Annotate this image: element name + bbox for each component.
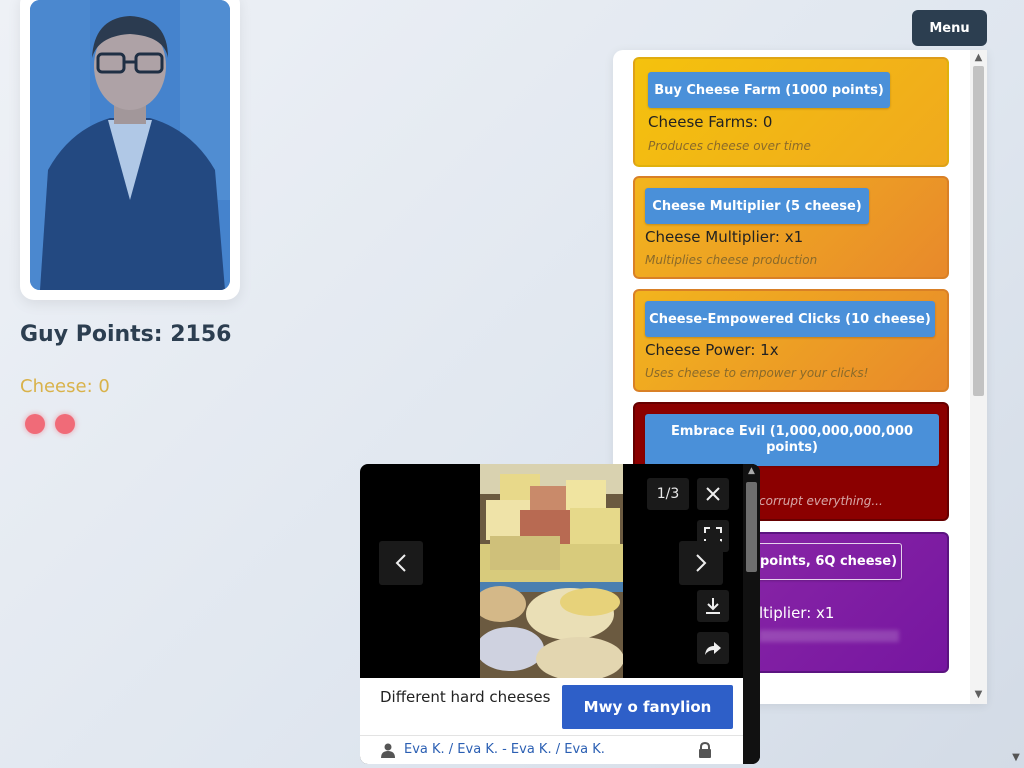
scroll-up-icon[interactable]: ▲ xyxy=(970,51,987,65)
menu-button[interactable]: Menu xyxy=(912,10,987,46)
cheese-image xyxy=(480,464,623,678)
indicator-dots xyxy=(25,414,75,434)
page-scroll-down-icon[interactable]: ▼ xyxy=(1008,752,1024,768)
cheese-multiplier-desc: Multiplies cheese production xyxy=(645,253,818,267)
chevron-right-icon[interactable] xyxy=(679,541,723,585)
cheese-clicks-desc: Uses cheese to empower your clicks! xyxy=(645,366,869,380)
image-viewer: 1/3 ▲ Different hard cheeses Mwy o fanyl… xyxy=(360,464,760,764)
more-details-button[interactable]: Mwy o fanylion xyxy=(562,685,733,729)
shop-scroll-thumb[interactable] xyxy=(973,66,984,396)
cheese-power-stat: Cheese Power: 1x xyxy=(645,341,779,359)
cheese-multiplier-button[interactable]: Cheese Multiplier (5 cheese) xyxy=(645,188,869,224)
cheese-count: Cheese: 0 xyxy=(20,376,110,397)
cheese-empowered-clicks-button[interactable]: Cheese-Empowered Clicks (10 cheese) xyxy=(645,301,935,337)
scroll-down-icon[interactable]: ▼ xyxy=(970,688,987,702)
credit-row: Eva K. / Eva K. - Eva K. / Eva K. xyxy=(360,735,743,764)
download-icon[interactable] xyxy=(697,590,729,622)
embrace-evil-button[interactable]: Embrace Evil (1,000,000,000,000 points) xyxy=(645,414,939,466)
lock-icon xyxy=(698,741,712,762)
embrace-evil-desc: corrupt everything... xyxy=(759,494,883,508)
purple-upgrade-button[interactable]: points, 6Q cheese) xyxy=(755,543,902,580)
indicator-dot xyxy=(25,414,45,434)
shop-scrollbar[interactable]: ▲ ▼ xyxy=(970,50,987,704)
cheese-farm-desc: Produces cheese over time xyxy=(648,139,811,153)
cheese-farms-stat: Cheese Farms: 0 xyxy=(648,113,773,131)
viewer-scroll-up-icon[interactable]: ▲ xyxy=(743,466,760,476)
upgrade-cheese-clicks: Cheese-Empowered Clicks (10 cheese) Chee… xyxy=(633,289,949,392)
upgrade-cheese-multiplier: Cheese Multiplier (5 cheese) Cheese Mult… xyxy=(633,176,949,279)
buy-cheese-farm-button[interactable]: Buy Cheese Farm (1000 points) xyxy=(648,72,890,108)
share-icon[interactable] xyxy=(697,632,729,664)
chevron-left-icon[interactable] xyxy=(379,541,423,585)
upgrade-cheese-farm: Buy Cheese Farm (1000 points) Cheese Far… xyxy=(633,57,949,167)
indicator-dot xyxy=(55,414,75,434)
purple-upgrade-stat: ltiplier: x1 xyxy=(759,604,835,622)
viewer-footer: Different hard cheeses Mwy o fanylion Ev… xyxy=(360,678,743,764)
profile-photo-card xyxy=(20,0,240,300)
purple-upgrade-desc xyxy=(759,630,899,642)
guy-points: Guy Points: 2156 xyxy=(20,322,232,347)
person-icon xyxy=(380,742,396,762)
close-icon[interactable] xyxy=(697,478,729,510)
viewer-scroll-thumb[interactable] xyxy=(746,482,757,572)
image-credit-link[interactable]: Eva K. / Eva K. - Eva K. / Eva K. xyxy=(404,742,605,757)
profile-photo xyxy=(30,0,230,290)
image-caption: Different hard cheeses xyxy=(380,688,551,706)
viewer-scrollbar[interactable]: ▲ xyxy=(743,464,760,764)
image-counter: 1/3 xyxy=(647,478,689,510)
cheese-multiplier-stat: Cheese Multiplier: x1 xyxy=(645,228,804,246)
